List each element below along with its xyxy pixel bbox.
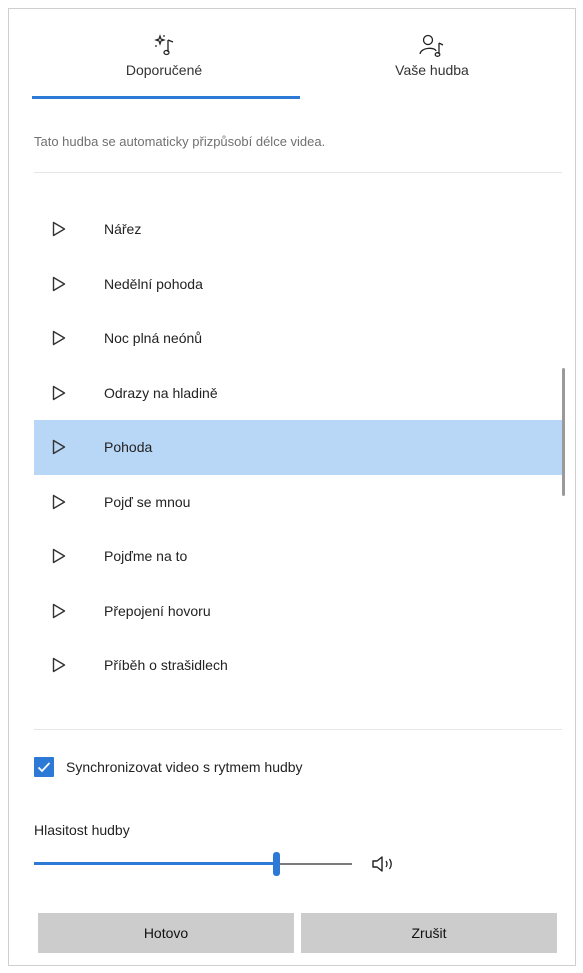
tab-recommended-label: Doporučené: [125, 62, 203, 78]
play-icon[interactable]: [52, 657, 66, 673]
tab-your-music[interactable]: Vaše hudba: [332, 32, 532, 78]
play-icon[interactable]: [52, 603, 66, 619]
slider-fill: [34, 862, 276, 865]
track-list: Nářez Nedělní pohoda Noc plná neónů Odra…: [34, 202, 564, 693]
play-icon[interactable]: [52, 330, 66, 346]
checkmark-icon: [37, 762, 51, 773]
person-music-icon: [419, 34, 444, 57]
speaker-icon[interactable]: [370, 854, 400, 874]
track-name: Odrazy na hladině: [104, 384, 218, 401]
list-item-selected[interactable]: Pohoda: [34, 420, 564, 475]
play-icon[interactable]: [52, 494, 66, 510]
active-tab-indicator: [32, 96, 300, 99]
divider: [34, 172, 562, 173]
list-item[interactable]: Příběh o strašidlech: [34, 638, 564, 693]
play-icon[interactable]: [52, 276, 66, 292]
list-item[interactable]: Noc plná neónů: [34, 311, 564, 366]
play-icon[interactable]: [52, 385, 66, 401]
track-name: Nářez: [104, 221, 142, 238]
sync-option[interactable]: Synchronizovat video s rytmem hudby: [34, 757, 303, 777]
track-name: Noc plná neónů: [104, 330, 203, 347]
play-icon[interactable]: [52, 221, 66, 237]
list-item[interactable]: Odrazy na hladině: [34, 366, 564, 421]
list-item[interactable]: Nedělní pohoda: [34, 257, 564, 312]
sparkle-music-icon: [154, 34, 174, 56]
track-name: Pohoda: [104, 439, 153, 456]
list-item[interactable]: Pojďme na to: [34, 529, 564, 584]
play-icon[interactable]: [52, 548, 66, 564]
sync-label: Synchronizovat video s rytmem hudby: [66, 759, 303, 775]
play-icon[interactable]: [52, 439, 66, 455]
volume-slider[interactable]: [34, 852, 352, 876]
track-name: Přepojení hovoru: [104, 602, 211, 619]
sync-checkbox[interactable]: [34, 757, 54, 777]
track-name: Nedělní pohoda: [104, 275, 203, 292]
track-name: Pojďme na to: [104, 548, 188, 565]
track-name: Příběh o strašidlech: [104, 657, 228, 674]
done-button[interactable]: Hotovo: [38, 913, 294, 953]
music-hint-text: Tato hudba se automaticky přizpůsobí dél…: [34, 134, 326, 149]
list-item[interactable]: Pojď se mnou: [34, 475, 564, 530]
volume-label: Hlasitost hudby: [34, 822, 130, 838]
slider-thumb[interactable]: [273, 852, 280, 876]
tab-recommended[interactable]: Doporučené: [64, 32, 264, 78]
list-item[interactable]: Nářez: [34, 202, 564, 257]
cancel-button[interactable]: Zrušit: [301, 913, 557, 953]
list-item[interactable]: Přepojení hovoru: [34, 584, 564, 639]
list-scrollbar[interactable]: [562, 368, 565, 496]
divider: [34, 729, 562, 730]
track-name: Pojď se mnou: [104, 493, 191, 510]
tab-your-music-label: Vaše hudba: [395, 62, 469, 78]
